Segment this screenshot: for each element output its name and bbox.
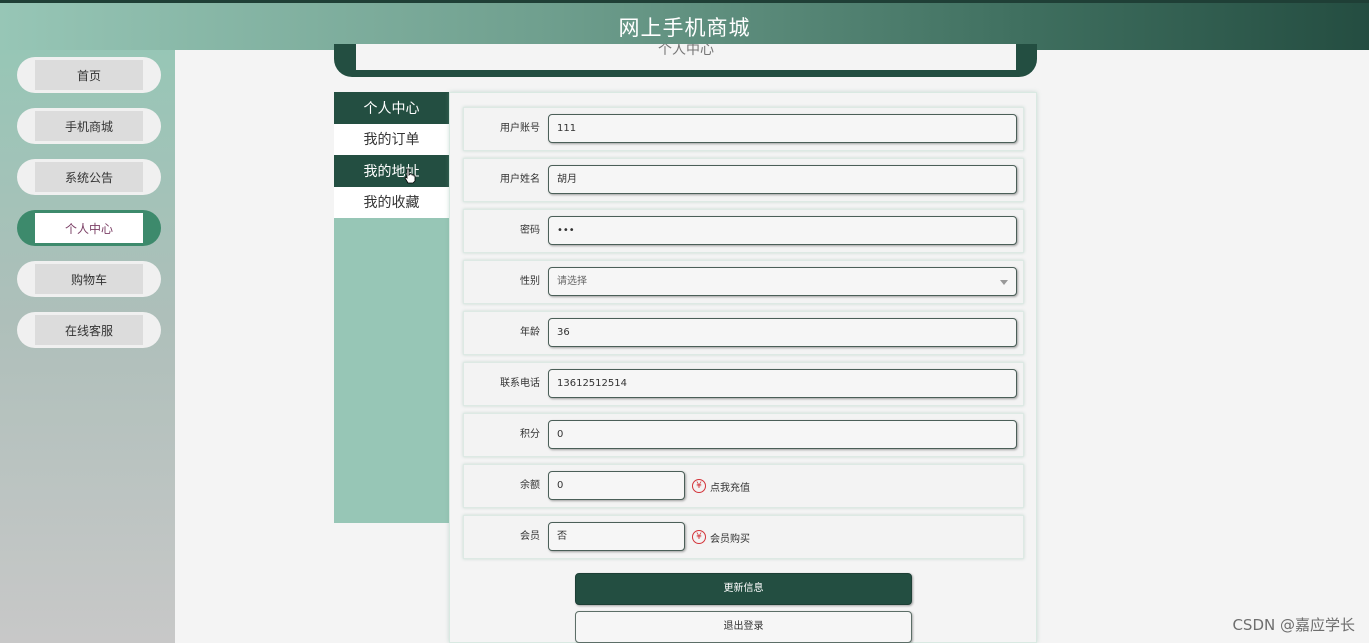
form-row-balance: 余额 0 ¥ 点我充值: [463, 464, 1024, 508]
phone-label: 联系电话: [500, 378, 540, 389]
sidebar-item-label: 首页: [35, 60, 143, 90]
recharge-link-label: 点我充值: [710, 482, 750, 494]
user-menu-item-personal-center[interactable]: 个人中心: [334, 92, 449, 124]
user-menu-item-orders[interactable]: 我的订单: [334, 123, 449, 155]
page-banner: 个人中心: [334, 44, 1037, 77]
watermark: CSDN @嘉应学长: [1232, 616, 1355, 634]
hand-cursor-icon: [404, 168, 416, 184]
form-row-password: 密码 •••: [463, 209, 1024, 253]
buy-membership-link-label: 会员购买: [710, 533, 750, 545]
sidebar-item-cart[interactable]: 购物车: [17, 261, 161, 297]
gender-select-value: 请选择: [557, 276, 587, 287]
top-header: 网上手机商城: [0, 0, 1369, 50]
banner-title: 个人中心: [356, 44, 1016, 70]
form-row-age: 年龄 36: [463, 311, 1024, 355]
name-label: 用户姓名: [500, 174, 540, 185]
chevron-down-icon: [1000, 280, 1008, 285]
sidebar-item-label: 个人中心: [35, 213, 143, 243]
sidebar-item-announcements[interactable]: 系统公告: [17, 159, 161, 195]
update-info-button[interactable]: 更新信息: [575, 573, 912, 605]
form-row-points: 积分 0: [463, 413, 1024, 457]
age-input[interactable]: 36: [548, 318, 1017, 347]
sidebar-item-home[interactable]: 首页: [17, 57, 161, 93]
profile-form: 用户账号 111 用户姓名 胡月 密码 ••• 性别 请选择 年龄 36 联系电…: [449, 92, 1037, 643]
sidebar-item-label: 系统公告: [35, 162, 143, 192]
member-label: 会员: [520, 531, 540, 542]
balance-label: 余额: [520, 480, 540, 491]
sidebar-item-label: 在线客服: [35, 315, 143, 345]
form-row-name: 用户姓名 胡月: [463, 158, 1024, 202]
form-row-phone: 联系电话 13612512514: [463, 362, 1024, 406]
recharge-link[interactable]: ¥ 点我充值: [692, 478, 750, 494]
yen-icon: ¥: [692, 530, 706, 544]
sidebar-item-phone-mall[interactable]: 手机商城: [17, 108, 161, 144]
sidebar-item-label: 手机商城: [35, 111, 143, 141]
password-input[interactable]: •••: [548, 216, 1017, 245]
password-label: 密码: [520, 225, 540, 236]
username-label: 用户账号: [500, 123, 540, 134]
name-input[interactable]: 胡月: [548, 165, 1017, 194]
member-input[interactable]: 否: [548, 522, 685, 551]
form-row-member: 会员 否 ¥ 会员购买: [463, 515, 1024, 559]
sidebar-item-customer-service[interactable]: 在线客服: [17, 312, 161, 348]
form-row-gender: 性别 请选择: [463, 260, 1024, 304]
form-row-username: 用户账号 111: [463, 107, 1024, 151]
site-title: 网上手机商城: [618, 15, 751, 40]
user-menu: 个人中心 我的订单 我的地址 我的收藏: [334, 92, 449, 523]
logout-button[interactable]: 退出登录: [575, 611, 912, 643]
points-input[interactable]: 0: [548, 420, 1017, 449]
age-label: 年龄: [520, 327, 540, 338]
gender-label: 性别: [520, 276, 540, 287]
buy-membership-link[interactable]: ¥ 会员购买: [692, 529, 750, 545]
user-menu-item-address[interactable]: 我的地址: [334, 155, 449, 187]
gender-select[interactable]: 请选择: [548, 267, 1017, 296]
sidebar-item-label: 购物车: [35, 264, 143, 294]
points-label: 积分: [520, 429, 540, 440]
phone-input[interactable]: 13612512514: [548, 369, 1017, 398]
sidebar-item-personal-center[interactable]: 个人中心: [17, 210, 161, 246]
sidebar: 首页 手机商城 系统公告 个人中心 购物车 在线客服: [0, 50, 175, 643]
balance-input[interactable]: 0: [548, 471, 685, 500]
user-menu-item-favorites[interactable]: 我的收藏: [334, 186, 449, 218]
username-input[interactable]: 111: [548, 114, 1017, 143]
yen-icon: ¥: [692, 479, 706, 493]
